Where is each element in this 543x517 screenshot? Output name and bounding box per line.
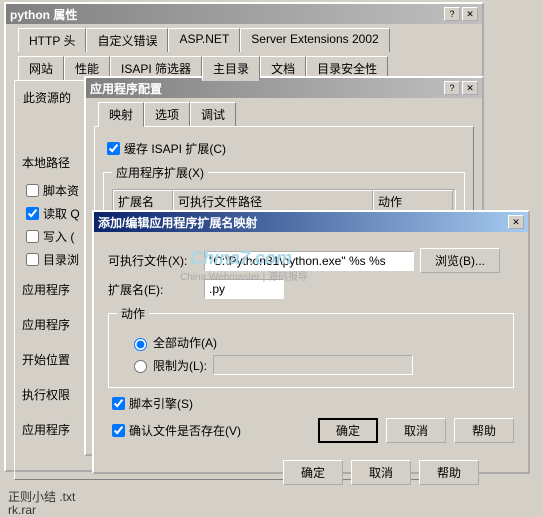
tab-server-ext[interactable]: Server Extensions 2002 xyxy=(240,28,389,52)
help-icon[interactable]: ? xyxy=(444,7,460,21)
ok-button[interactable]: 确定 xyxy=(318,418,378,443)
win2-title: 应用程序配置 xyxy=(90,80,162,97)
app-pool-label: 应用程序 xyxy=(22,421,82,438)
app-name-label: 应用程序 xyxy=(22,316,82,333)
win2-titlebar: 应用程序配置 ? ✕ xyxy=(86,78,482,98)
tab-http[interactable]: HTTP 头 xyxy=(18,28,86,52)
chk-confirm-file[interactable]: 确认文件是否存在(V) xyxy=(108,421,241,440)
win1-title: python 属性 xyxy=(10,6,77,23)
win3-title: 添加/编辑应用程序扩展名映射 xyxy=(98,214,257,231)
tab-aspnet[interactable]: ASP.NET xyxy=(168,28,240,52)
ext-input[interactable] xyxy=(204,279,284,299)
tab-home-dir[interactable]: 主目录 xyxy=(202,56,260,81)
ok-button[interactable]: 确定 xyxy=(283,460,343,485)
win1-titlebar: python 属性 ? ✕ xyxy=(6,4,482,24)
chk-script[interactable]: 脚本资 xyxy=(22,181,82,200)
limit-input xyxy=(213,355,413,375)
footer-file2: rk.rar xyxy=(8,503,36,517)
app-settings-label: 应用程序 xyxy=(22,281,82,298)
action-group-legend: 动作 xyxy=(117,305,149,322)
local-path-label: 本地路径 xyxy=(22,154,82,171)
browse-button[interactable]: 浏览(B)... xyxy=(420,248,500,273)
radio-all-actions[interactable]: 全部动作(A) xyxy=(129,334,505,351)
help-icon[interactable]: ? xyxy=(444,81,460,95)
start-pos-label: 开始位置 xyxy=(22,351,82,368)
ext-label: 扩展名(E): xyxy=(108,281,198,298)
close-icon[interactable]: ✕ xyxy=(462,7,478,21)
tab-debug[interactable]: 调试 xyxy=(190,102,236,126)
chk-read[interactable]: 读取 Q xyxy=(22,204,82,223)
tab-custom-errors[interactable]: 自定义错误 xyxy=(86,28,168,52)
radio-limit-to[interactable]: 限制为(L): xyxy=(129,355,505,375)
tab-options[interactable]: 选项 xyxy=(144,102,190,126)
exe-label: 可执行文件(X): xyxy=(108,252,198,269)
ext-group-legend: 应用程序扩展(X) xyxy=(112,164,208,181)
cancel-button[interactable]: 取消 xyxy=(386,418,446,443)
exe-input[interactable] xyxy=(204,251,414,271)
cancel-button[interactable]: 取消 xyxy=(351,460,411,485)
tab-website[interactable]: 网站 xyxy=(18,56,64,80)
chk-dirbrowse[interactable]: 目录浏 xyxy=(22,250,82,269)
chk-cache-isapi[interactable]: 缓存 ISAPI 扩展(C) xyxy=(103,139,465,158)
close-icon[interactable]: ✕ xyxy=(462,81,478,95)
win3-titlebar: 添加/编辑应用程序扩展名映射 ✕ xyxy=(94,212,528,232)
chk-script-engine[interactable]: 脚本引擎(S) xyxy=(108,394,514,413)
close-icon[interactable]: ✕ xyxy=(508,215,524,229)
chk-write[interactable]: 写入 ( xyxy=(22,227,82,246)
help-button[interactable]: 帮助 xyxy=(454,418,514,443)
help-button[interactable]: 帮助 xyxy=(419,460,479,485)
tab-mapping[interactable]: 映射 xyxy=(98,102,144,127)
exec-perm-label: 执行权限 xyxy=(22,386,82,403)
